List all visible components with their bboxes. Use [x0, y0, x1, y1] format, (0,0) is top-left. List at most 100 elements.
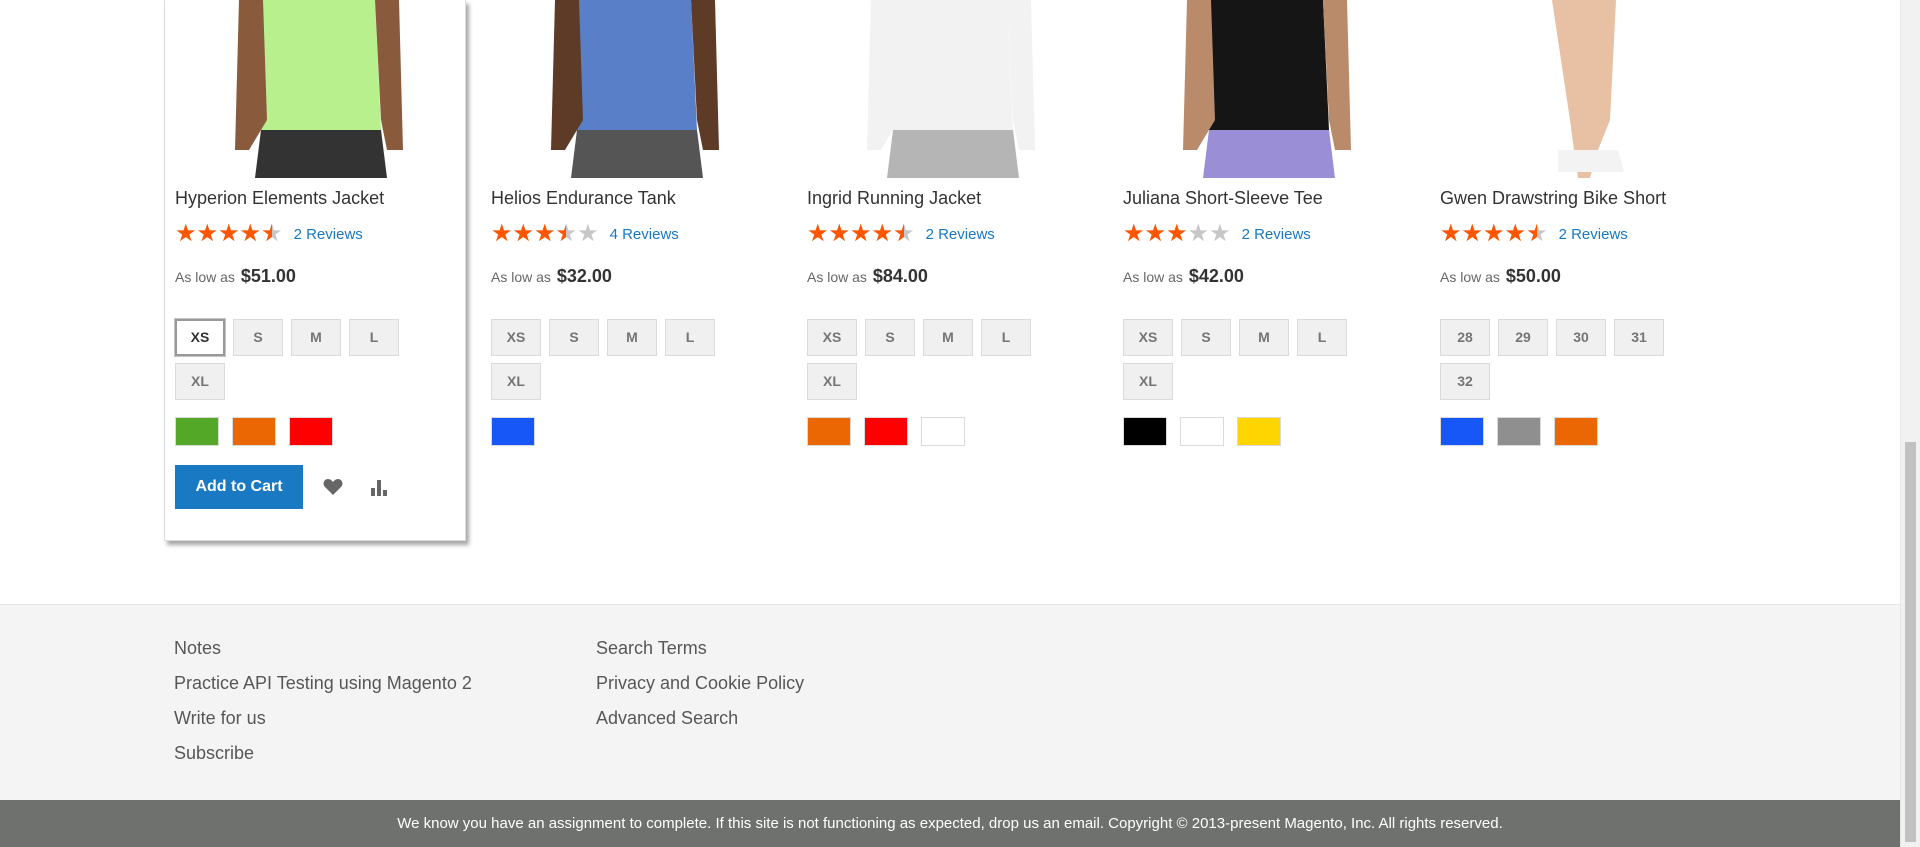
- product-price: As low as $42.00: [1123, 266, 1244, 287]
- reviews-link[interactable]: 4 Reviews: [610, 226, 679, 243]
- product-image[interactable]: [175, 0, 463, 178]
- reviews-link[interactable]: 2 Reviews: [294, 226, 363, 243]
- add-to-cart-button[interactable]: Add to Cart: [175, 465, 303, 509]
- color-swatch[interactable]: [1440, 417, 1484, 446]
- color-swatch[interactable]: [1180, 417, 1224, 446]
- color-swatch[interactable]: [1497, 417, 1541, 446]
- footer-link-write-for-us[interactable]: Write for us: [174, 701, 472, 736]
- size-option[interactable]: L: [349, 319, 399, 356]
- price-value: $50.00: [1505, 266, 1561, 286]
- product-price: As low as $32.00: [491, 266, 612, 287]
- color-swatch[interactable]: [289, 417, 333, 446]
- price-value: $84.00: [872, 266, 928, 286]
- product-item[interactable]: Gwen Drawstring Bike Short ★★★★★★★★★★ 2 Re…: [1430, 0, 1730, 540]
- size-option[interactable]: XL: [491, 363, 541, 400]
- price-prefix: As low as: [807, 269, 867, 285]
- rating-stars: ★★★★★★★★★★: [491, 220, 599, 247]
- size-option[interactable]: XS: [174, 318, 226, 357]
- size-option[interactable]: XL: [1123, 363, 1173, 400]
- product-image[interactable]: [1440, 0, 1728, 178]
- product-rating: ★★★★★★★★★★ 2 Reviews: [175, 221, 363, 247]
- size-option[interactable]: S: [865, 319, 915, 356]
- size-option[interactable]: M: [923, 319, 973, 356]
- product-image[interactable]: [807, 0, 1095, 178]
- color-swatch[interactable]: [1123, 417, 1167, 446]
- footer-link-advanced-search[interactable]: Advanced Search: [596, 701, 804, 736]
- rating-stars: ★★★★★★★★★★: [1440, 220, 1548, 247]
- color-options: [491, 417, 548, 446]
- size-option[interactable]: L: [1297, 319, 1347, 356]
- product-price: As low as $51.00: [175, 266, 296, 287]
- color-options: [807, 417, 978, 446]
- color-swatch[interactable]: [807, 417, 851, 446]
- heart-icon[interactable]: [317, 471, 349, 503]
- size-option[interactable]: 28: [1440, 319, 1490, 356]
- product-item[interactable]: Hyperion Elements Jacket ★★★★★★★★★★ 2 Revi…: [164, 0, 466, 541]
- reviews-link[interactable]: 2 Reviews: [926, 226, 995, 243]
- size-option[interactable]: 32: [1440, 363, 1490, 400]
- product-image[interactable]: [491, 0, 779, 178]
- footer-link-search-terms[interactable]: Search Terms: [596, 631, 804, 666]
- product-rating: ★★★★★★★★★★ 4 Reviews: [491, 221, 679, 247]
- rating-stars: ★★★★★★★★★★: [807, 220, 915, 247]
- price-prefix: As low as: [175, 269, 235, 285]
- product-item[interactable]: Helios Endurance Tank ★★★★★★★★★★ 4 Reviews…: [481, 0, 781, 540]
- size-option[interactable]: S: [233, 319, 283, 356]
- product-name[interactable]: Hyperion Elements Jacket: [175, 188, 384, 209]
- product-item[interactable]: Ingrid Running Jacket ★★★★★★★★★★ 2 Reviews…: [797, 0, 1097, 540]
- color-options: [1123, 417, 1294, 446]
- color-swatch[interactable]: [491, 417, 535, 446]
- size-options: XS S M L XL: [807, 319, 1087, 407]
- page: Hyperion Elements Jacket ★★★★★★★★★★ 2 Revi…: [0, 0, 1900, 847]
- size-option[interactable]: M: [1239, 319, 1289, 356]
- size-option[interactable]: XS: [491, 319, 541, 356]
- color-swatch[interactable]: [921, 417, 965, 446]
- price-value: $32.00: [556, 266, 612, 286]
- size-option[interactable]: XL: [807, 363, 857, 400]
- product-image[interactable]: [1123, 0, 1411, 178]
- size-option[interactable]: XS: [1123, 319, 1173, 356]
- product-price: As low as $84.00: [807, 266, 928, 287]
- product-item[interactable]: Juliana Short-Sleeve Tee ★★★★★★★★★★ 2 Revi…: [1113, 0, 1413, 540]
- size-option[interactable]: 31: [1614, 319, 1664, 356]
- size-option[interactable]: L: [981, 319, 1031, 356]
- product-actions: Add to Cart: [175, 465, 395, 509]
- price-value: $42.00: [1188, 266, 1244, 286]
- size-option[interactable]: 30: [1556, 319, 1606, 356]
- size-options: 28 29 30 31 32: [1440, 319, 1720, 407]
- size-option[interactable]: L: [665, 319, 715, 356]
- product-name[interactable]: Gwen Drawstring Bike Short: [1440, 188, 1666, 209]
- footer-links-col2: Search Terms Privacy and Cookie Policy A…: [596, 631, 804, 736]
- color-swatch[interactable]: [1554, 417, 1598, 446]
- footer-link-subscribe[interactable]: Subscribe: [174, 736, 472, 771]
- color-swatch[interactable]: [1237, 417, 1281, 446]
- reviews-link[interactable]: 2 Reviews: [1559, 226, 1628, 243]
- product-name[interactable]: Ingrid Running Jacket: [807, 188, 981, 209]
- scrollbar-thumb[interactable]: [1905, 442, 1916, 842]
- size-option[interactable]: 29: [1498, 319, 1548, 356]
- footer-link-notes[interactable]: Notes: [174, 631, 472, 666]
- rating-stars: ★★★★★★★★★★: [1123, 220, 1231, 247]
- color-swatch[interactable]: [175, 417, 219, 446]
- color-options: [175, 417, 346, 446]
- product-name[interactable]: Helios Endurance Tank: [491, 188, 676, 209]
- footer-link-privacy[interactable]: Privacy and Cookie Policy: [596, 666, 804, 701]
- size-option[interactable]: M: [291, 319, 341, 356]
- color-swatch[interactable]: [864, 417, 908, 446]
- product-price: As low as $50.00: [1440, 266, 1561, 287]
- size-option[interactable]: S: [1181, 319, 1231, 356]
- bar-chart-icon[interactable]: [363, 471, 395, 503]
- product-rating: ★★★★★★★★★★ 2 Reviews: [1440, 221, 1628, 247]
- size-option[interactable]: XL: [175, 363, 225, 400]
- scrollbar[interactable]: [1900, 0, 1920, 847]
- product-name[interactable]: Juliana Short-Sleeve Tee: [1123, 188, 1323, 209]
- size-option[interactable]: S: [549, 319, 599, 356]
- price-prefix: As low as: [491, 269, 551, 285]
- color-swatch[interactable]: [232, 417, 276, 446]
- size-option[interactable]: XS: [807, 319, 857, 356]
- product-grid: Hyperion Elements Jacket ★★★★★★★★★★ 2 Revi…: [0, 0, 1900, 604]
- size-options: XS S M L XL: [491, 319, 771, 407]
- reviews-link[interactable]: 2 Reviews: [1242, 226, 1311, 243]
- size-option[interactable]: M: [607, 319, 657, 356]
- footer-link-practice-api[interactable]: Practice API Testing using Magento 2: [174, 666, 472, 701]
